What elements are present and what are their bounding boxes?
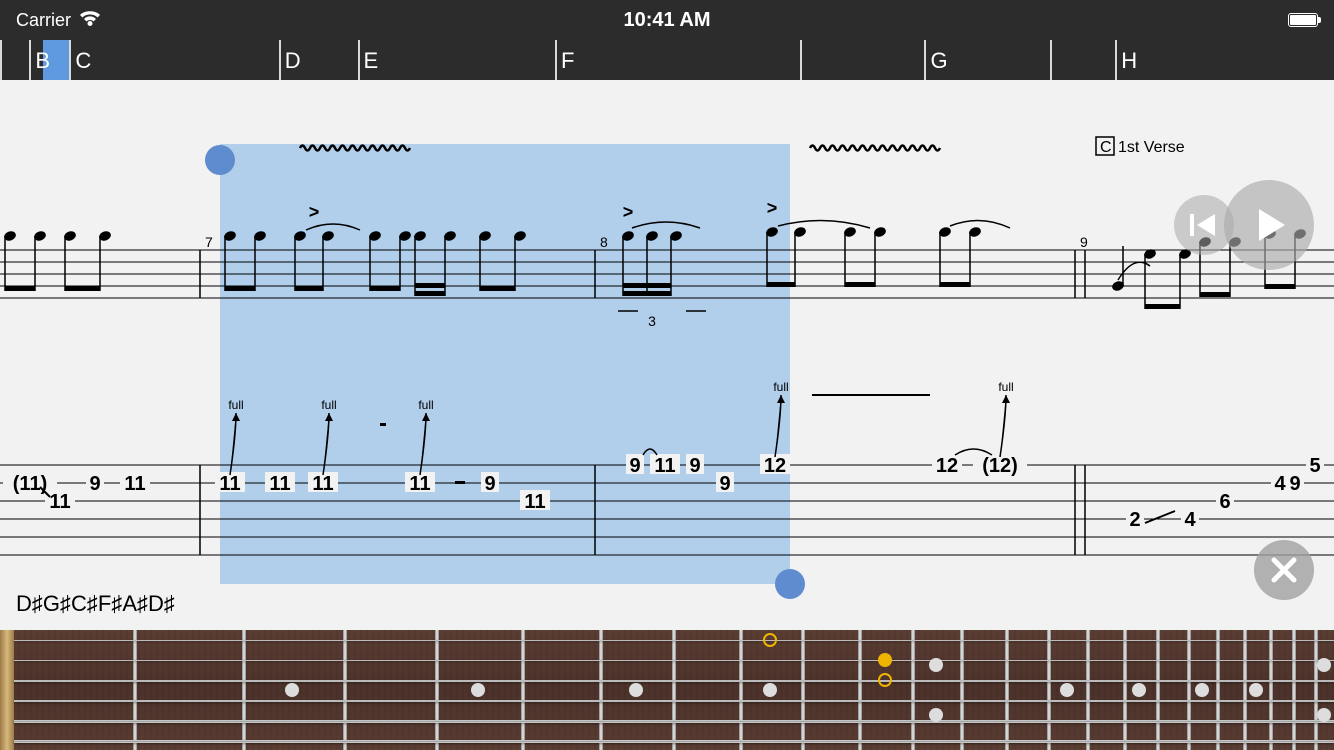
tuning-label: D♯G♯C♯F♯A♯D♯ [16,591,175,617]
section-marker[interactable]: E [364,48,379,74]
svg-text:7: 7 [205,234,213,250]
svg-text:11: 11 [49,491,70,513]
status-bar: Carrier 10:41 AM [0,0,1334,40]
svg-text:C: C [1100,139,1112,156]
svg-text:4: 4 [1184,509,1196,531]
close-button[interactable] [1254,540,1314,600]
svg-text:(11): (11) [13,473,47,495]
svg-text:full: full [321,398,336,412]
loop-end-handle[interactable] [775,569,805,599]
svg-text:2: 2 [1129,509,1140,531]
svg-text:>: > [623,202,634,222]
section-marker[interactable]: D [285,48,301,74]
svg-text:12: 12 [936,455,958,477]
section-marker[interactable]: F [561,48,574,74]
svg-text:full: full [228,398,243,412]
svg-text:full: full [418,398,433,412]
svg-text:12: 12 [764,455,786,477]
svg-text:11: 11 [269,473,290,495]
wifi-icon [79,10,101,31]
section-marker[interactable]: B [35,48,50,74]
svg-text:6: 6 [1219,491,1230,513]
svg-text:9: 9 [719,473,730,495]
svg-text:9: 9 [629,455,640,477]
svg-text:full: full [773,380,788,394]
section-nav[interactable]: BC D E F G H [0,40,1334,80]
rehearsal-mark: C 1st Verse [1096,137,1185,156]
svg-text:11: 11 [409,473,430,495]
svg-text:5: 5 [1309,455,1320,477]
svg-text:(12): (12) [982,455,1018,477]
svg-text:>: > [309,202,320,222]
fret-press [878,653,892,667]
svg-text:9: 9 [1289,473,1300,495]
loop-selection[interactable] [220,144,790,584]
clock: 10:41 AM [623,9,710,32]
svg-text:9: 9 [1080,234,1088,250]
play-button[interactable] [1224,180,1314,270]
loop-start-handle[interactable] [205,145,235,175]
battery-icon [1288,13,1318,27]
fretboard[interactable] [0,630,1334,750]
section-marker[interactable]: H [1121,48,1137,74]
svg-text:11: 11 [219,473,240,495]
svg-text:full: full [998,380,1013,394]
svg-text:4: 4 [1274,473,1286,495]
svg-text:>: > [767,198,778,218]
svg-text:8: 8 [600,234,608,250]
svg-text:11: 11 [312,473,333,495]
svg-text:11: 11 [524,491,545,513]
svg-text:1st Verse: 1st Verse [1118,139,1185,156]
svg-text:9: 9 [89,473,100,495]
score-area[interactable]: 789>>3> (11)1191111full1111full11full911… [0,80,1334,630]
svg-text:11: 11 [124,473,145,495]
svg-text:3: 3 [648,313,656,329]
carrier-label: Carrier [16,10,71,31]
svg-text:9: 9 [689,455,700,477]
svg-text:11: 11 [654,455,675,477]
section-marker[interactable]: G [930,48,947,74]
section-marker[interactable]: C [75,48,91,74]
svg-text:9: 9 [484,473,495,495]
